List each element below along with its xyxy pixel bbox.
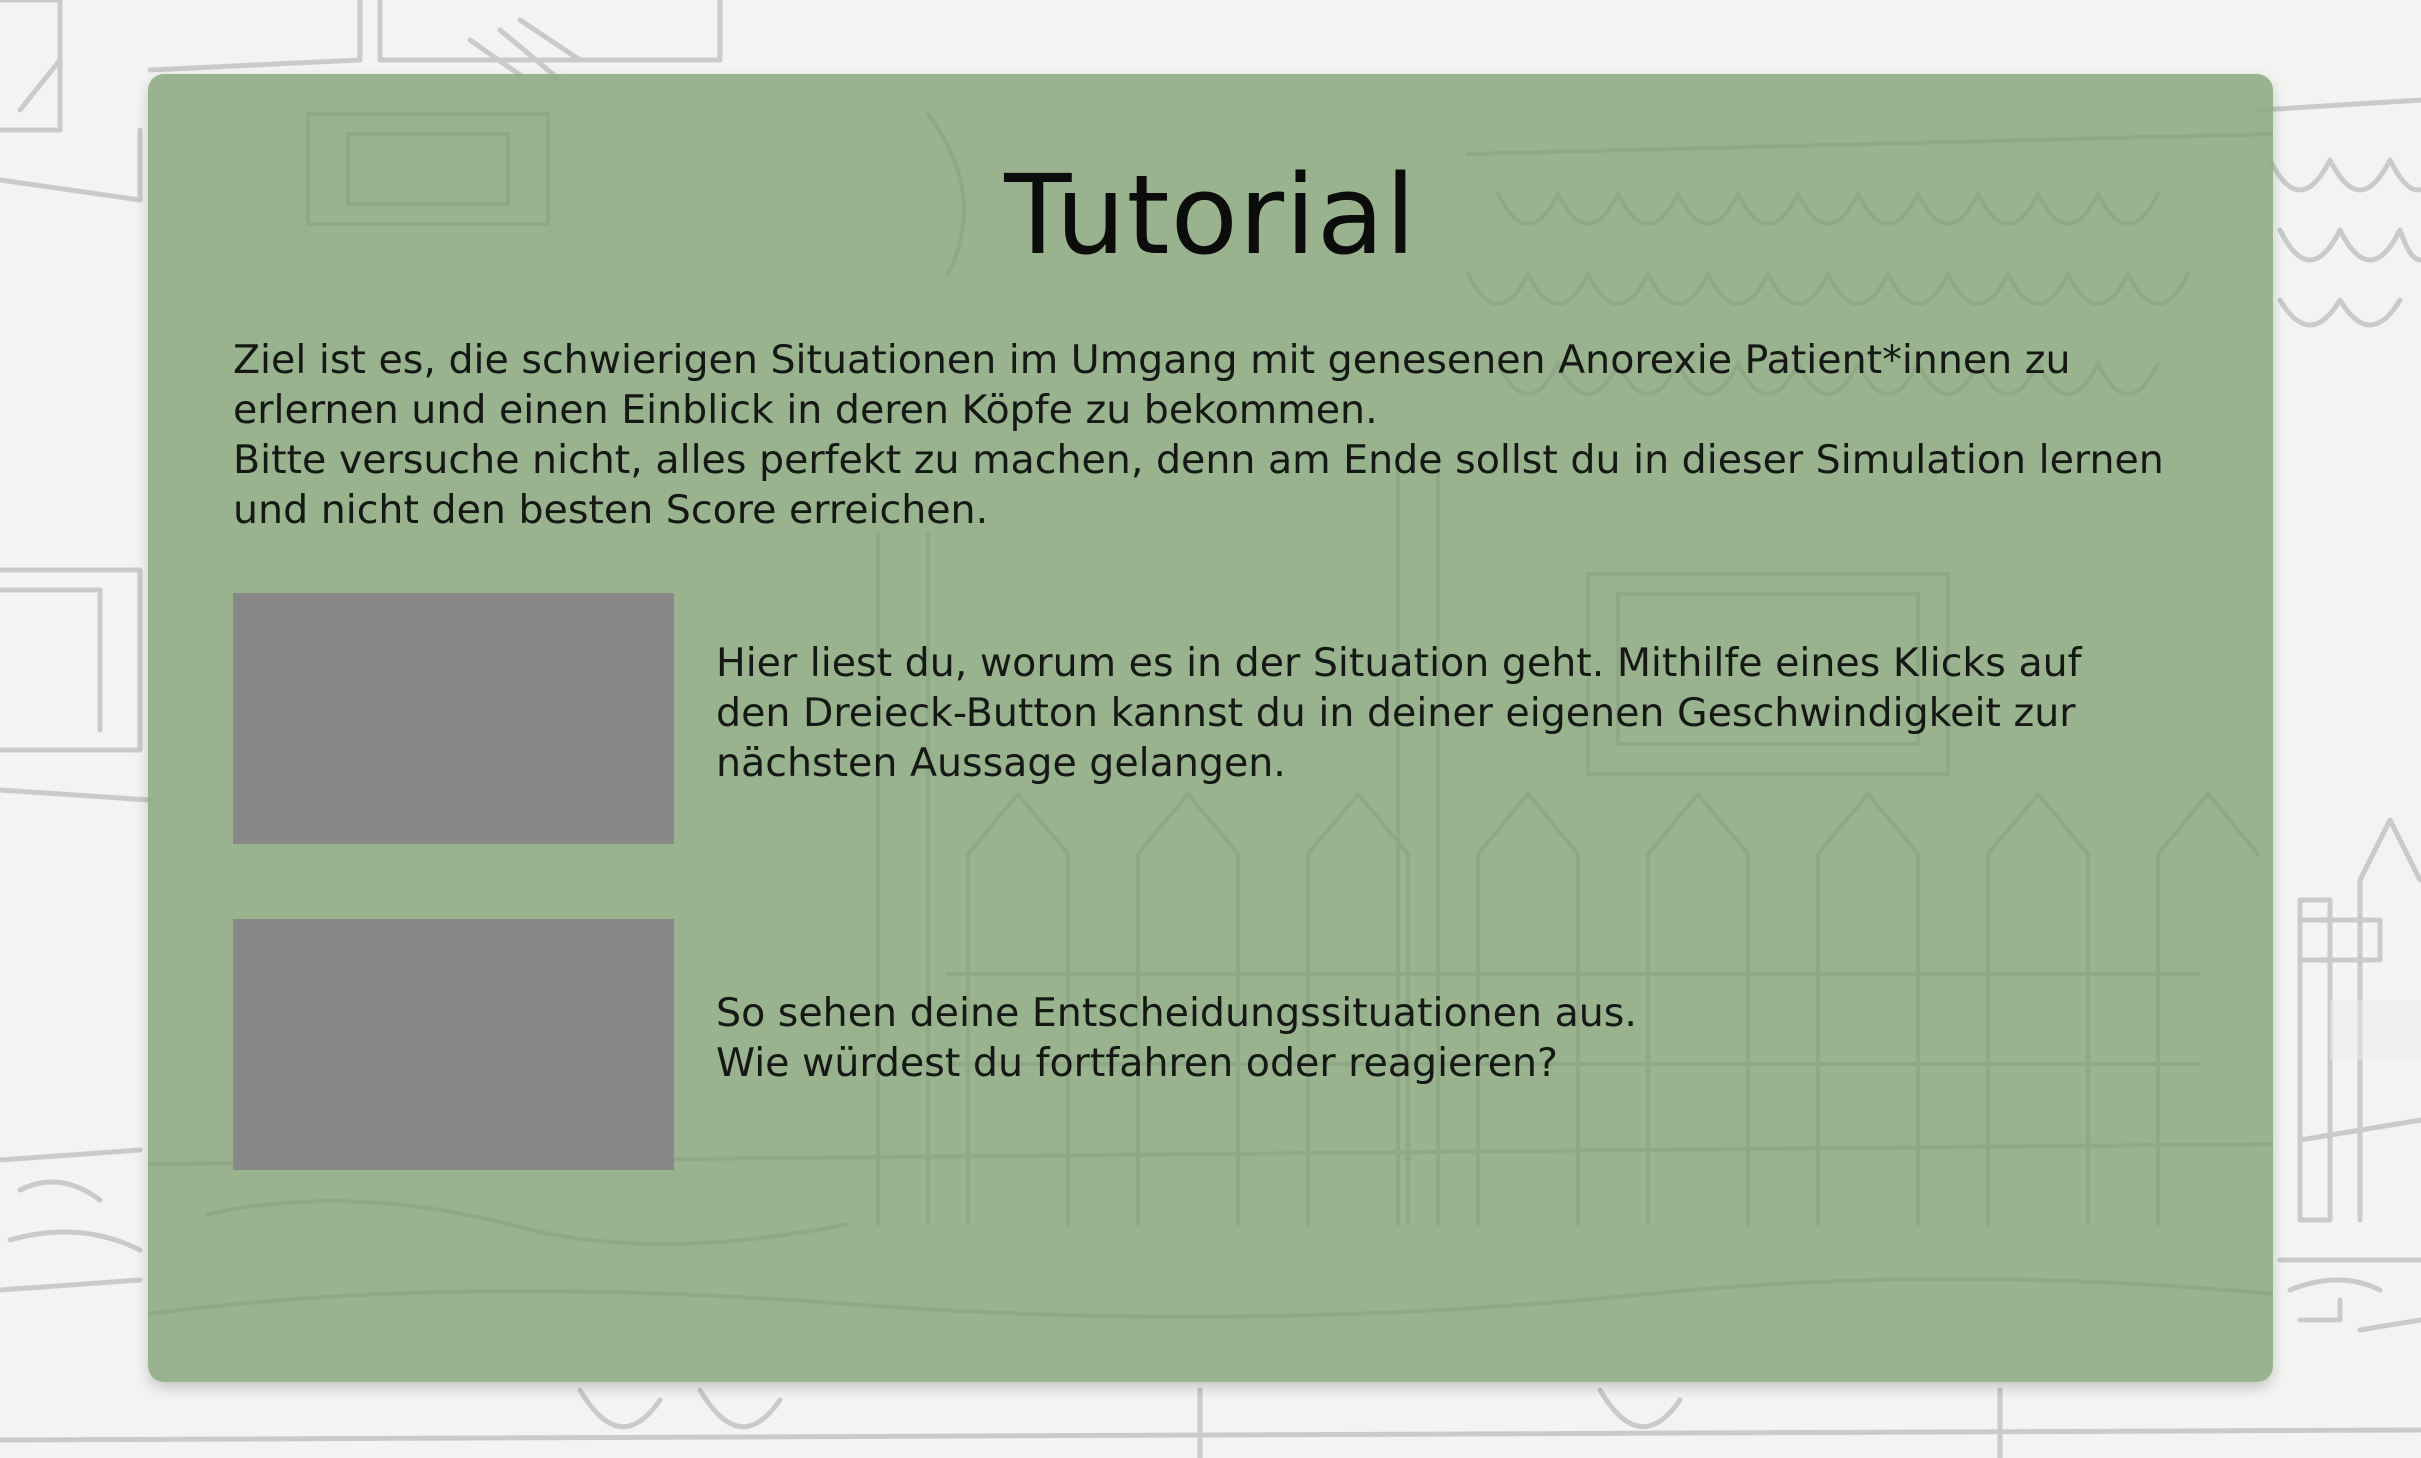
intro-text: Ziel ist es, die schwierigen Situationen… (233, 335, 2193, 535)
intro-paragraph-goal: Ziel ist es, die schwierigen Situationen… (233, 337, 2071, 433)
situation-description: Hier liest du, worum es in der Situation… (716, 638, 2136, 788)
page-title: Tutorial (1004, 151, 1417, 279)
situation-description-text: Hier liest du, worum es in der Situation… (716, 640, 2082, 786)
decision-description-line2: Wie würdest du fortfahren oder reagieren… (716, 1040, 1559, 1086)
decision-preview-image (233, 919, 674, 1170)
decision-description: So sehen deine Entscheidungssituationen … (716, 988, 2136, 1088)
intro-paragraph-advice: Bitte versuche nicht, alles perfekt zu m… (233, 437, 2164, 533)
decision-description-line1: So sehen deine Entscheidungssituationen … (716, 990, 1637, 1036)
situation-preview-image (233, 593, 674, 844)
